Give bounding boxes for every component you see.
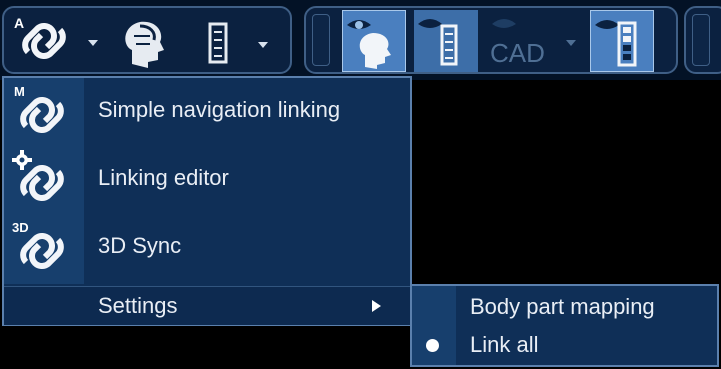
panel-handle[interactable] <box>312 14 330 66</box>
head-anatomy-button[interactable] <box>114 12 174 69</box>
toolbar: A CAD <box>0 0 721 80</box>
link-badge: M <box>14 84 25 99</box>
chevron-down-icon[interactable] <box>258 42 268 48</box>
submenu-item-link-all[interactable]: Link all <box>412 326 717 364</box>
linking-dropdown-menu: M Simple navigation linking Linking edit… <box>2 76 412 326</box>
link-gear-icon <box>12 150 64 201</box>
link-3d-icon: 3D <box>12 220 64 269</box>
menu-item-3d-sync[interactable]: 3D 3D Sync <box>4 214 410 282</box>
head-eye-icon <box>347 20 391 69</box>
panel-handle[interactable] <box>692 14 710 66</box>
link-badge: 3D <box>12 220 29 235</box>
chevron-down-icon[interactable] <box>88 40 98 46</box>
submenu-item-label: Link all <box>470 332 539 357</box>
menu-item-simple-navigation-linking[interactable]: M Simple navigation linking <box>4 78 410 146</box>
head-profile-icon <box>125 21 164 69</box>
menu-item-linking-editor[interactable]: Linking editor <box>4 146 410 214</box>
ruler-eye-button[interactable] <box>414 10 478 72</box>
chevron-right-icon <box>372 300 381 312</box>
menu-item-label: Linking editor <box>98 165 229 190</box>
slice-scale-icon <box>595 20 637 67</box>
settings-submenu: Body part mapping Link all <box>410 284 719 367</box>
menu-item-label: 3D Sync <box>98 233 182 258</box>
ruler-icon <box>208 22 228 64</box>
chevron-down-icon[interactable] <box>566 40 576 46</box>
submenu-item-label: Body part mapping <box>470 294 655 319</box>
orientation-view-button[interactable] <box>342 10 406 72</box>
ruler-eye-icon <box>418 19 458 66</box>
toolbar-group-linking: A <box>2 6 292 74</box>
menu-item-settings[interactable]: Settings <box>4 286 410 325</box>
toolbar-group-views: CAD <box>304 6 678 74</box>
cad-button[interactable]: CAD <box>486 10 584 72</box>
slice-scale-button[interactable] <box>590 10 654 72</box>
submenu-item-body-part-mapping[interactable]: Body part mapping <box>412 288 717 326</box>
link-icon: M <box>14 84 64 133</box>
cad-label: CAD <box>490 38 545 68</box>
toolbar-group-partial <box>684 6 721 74</box>
link-badge: A <box>14 15 24 31</box>
menu-item-label: Settings <box>98 293 178 318</box>
slice-ruler-button[interactable] <box>184 12 282 68</box>
link-mode-button[interactable]: A <box>10 12 106 68</box>
menu-item-label: Simple navigation linking <box>98 97 341 122</box>
radio-selected-icon <box>426 339 439 352</box>
